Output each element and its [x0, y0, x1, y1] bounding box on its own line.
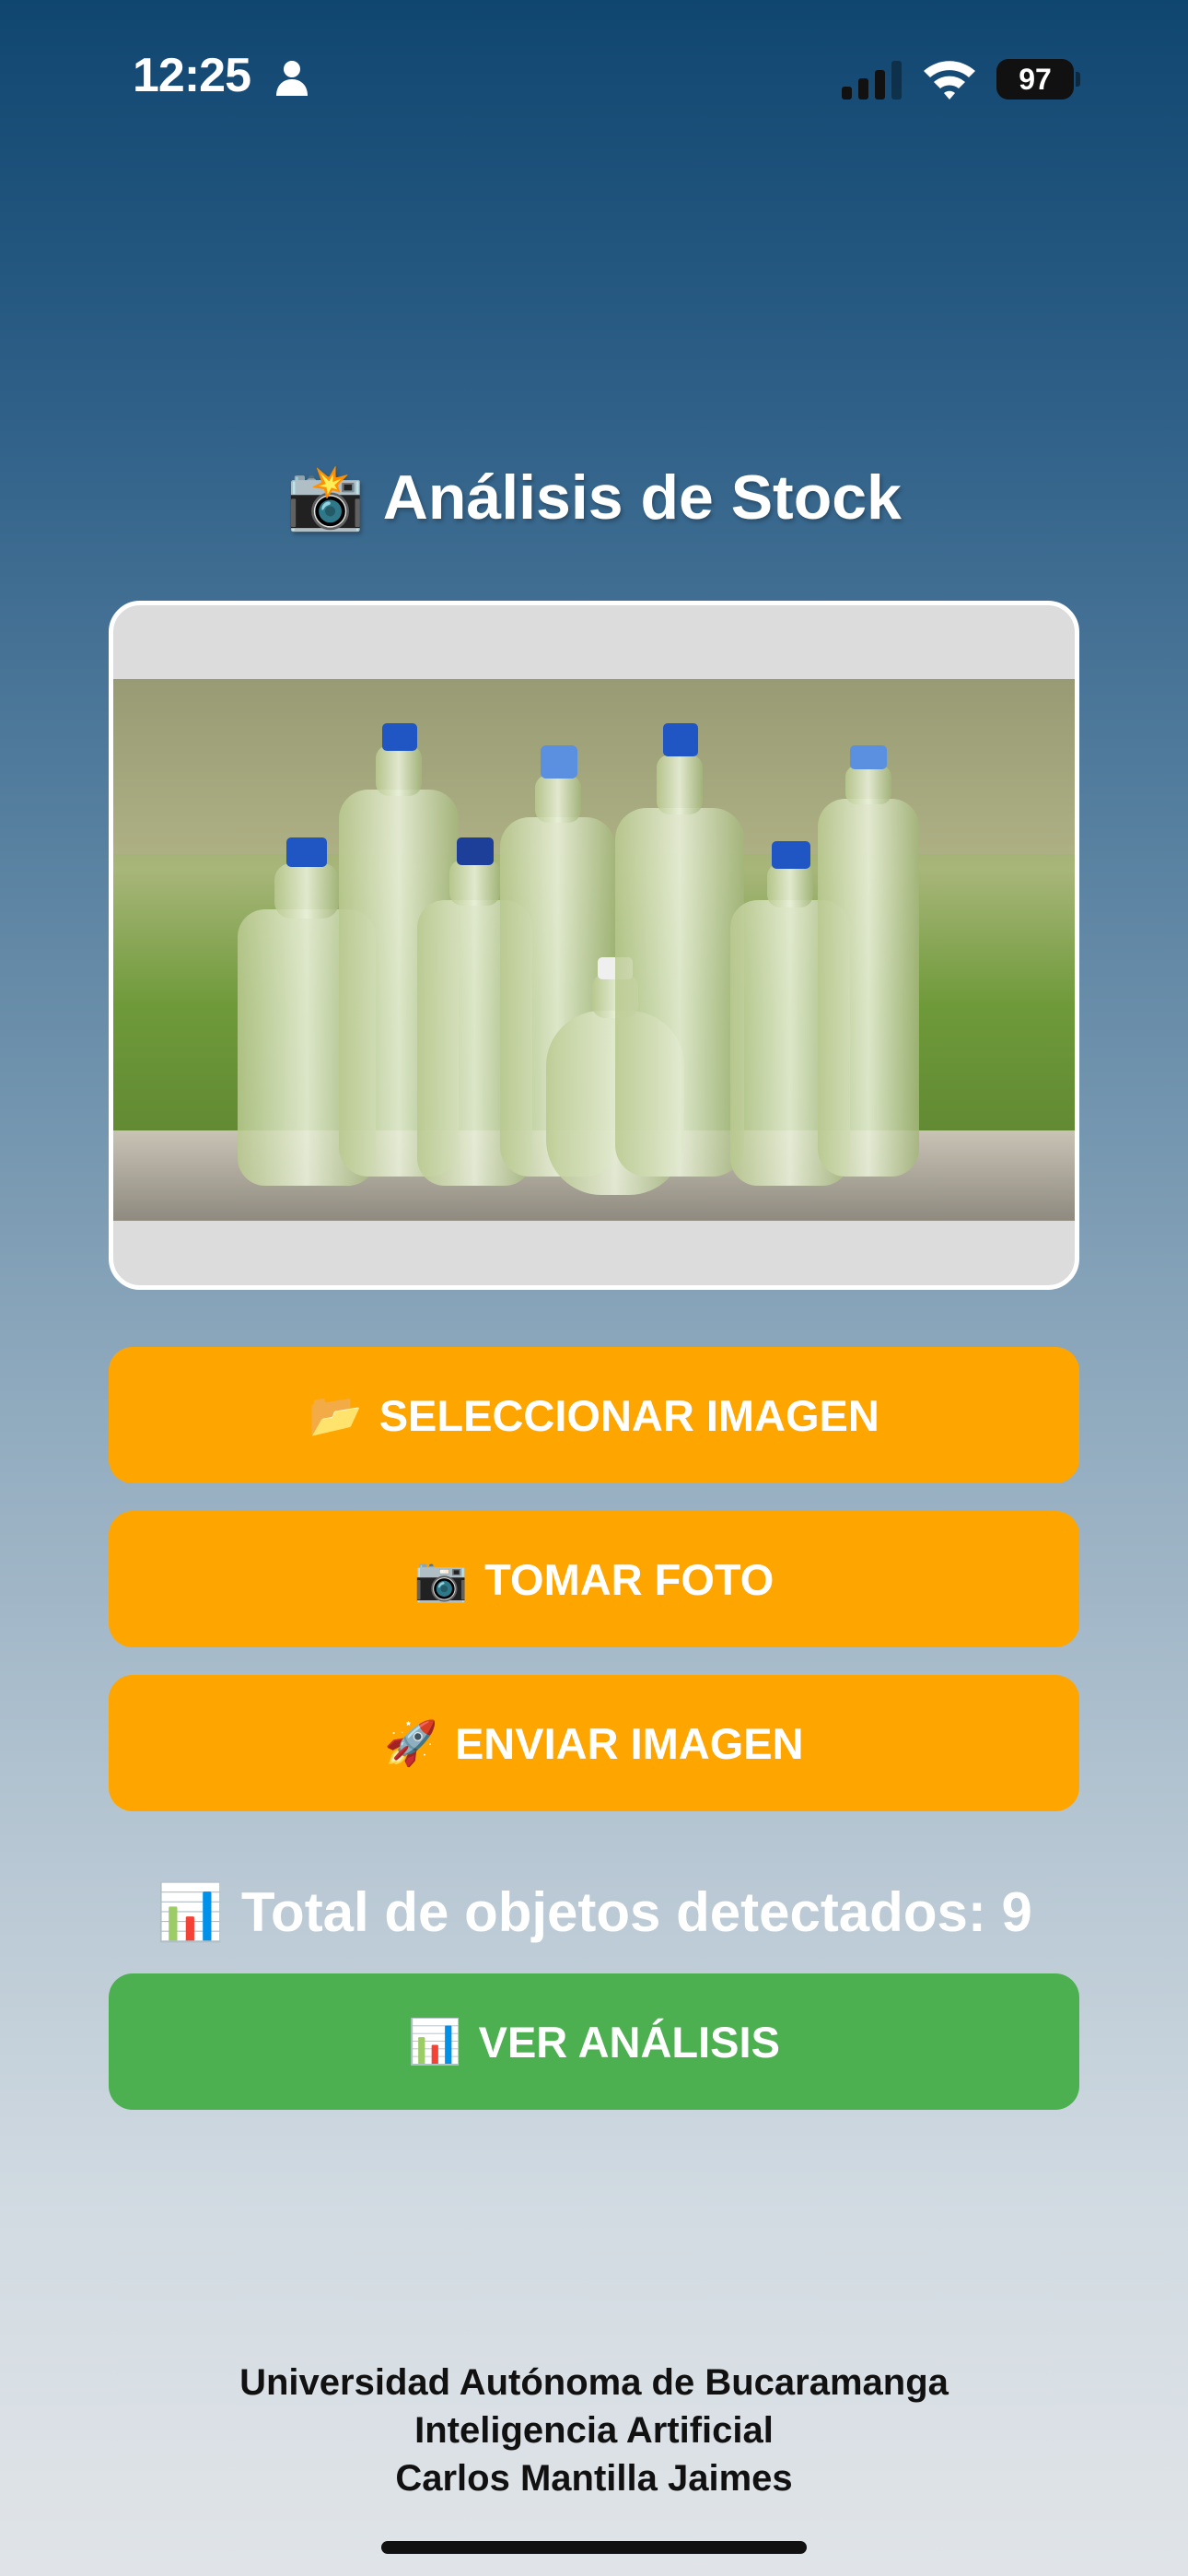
wifi-icon	[924, 61, 975, 100]
total-objects-detected: 📊 Total de objetos detectados: 9	[0, 1879, 1188, 1945]
page-title-text: Análisis de Stock	[382, 463, 902, 533]
footer-university: Universidad Autónoma de Bucaramanga	[239, 2362, 949, 2403]
footer-author: Carlos Mantilla Jaimes	[395, 2458, 793, 2499]
select-image-button[interactable]: 📂 SELECCIONAR IMAGEN	[109, 1347, 1079, 1483]
battery-level: 97	[996, 59, 1074, 100]
select-image-label: SELECCIONAR IMAGEN	[379, 1390, 879, 1440]
bar-chart-icon: 📊	[408, 2017, 462, 2066]
battery-icon: 97	[996, 59, 1080, 100]
camera-flash-icon: 📸	[286, 463, 365, 533]
send-image-label: ENVIAR IMAGEN	[454, 1718, 804, 1768]
bar-chart-icon: 📊	[156, 1881, 225, 1943]
footer: Universidad Autónoma de Bucaramanga Inte…	[0, 2359, 1188, 2502]
water-bottles-photo	[113, 679, 1075, 1221]
footer-course: Inteligencia Artificial	[414, 2410, 774, 2451]
send-image-button[interactable]: 🚀 ENVIAR IMAGEN	[109, 1675, 1079, 1811]
person-icon	[276, 61, 308, 96]
view-analysis-label: VER ANÁLISIS	[478, 2017, 780, 2067]
status-bar: 12:25 97	[0, 0, 1188, 157]
home-indicator[interactable]	[381, 2541, 807, 2554]
total-objects-text: Total de objetos detectados: 9	[240, 1881, 1032, 1943]
image-preview	[109, 601, 1079, 1290]
rocket-icon: 🚀	[384, 1718, 438, 1767]
folder-icon: 📂	[309, 1390, 363, 1439]
page-title: 📸 Análisis de Stock	[0, 461, 1188, 534]
view-analysis-button[interactable]: 📊 VER ANÁLISIS	[109, 1973, 1079, 2110]
camera-icon: 📷	[413, 1554, 469, 1603]
take-photo-button[interactable]: 📷 TOMAR FOTO	[109, 1511, 1079, 1647]
signal-icon	[842, 61, 902, 100]
take-photo-label: TOMAR FOTO	[484, 1554, 775, 1604]
status-time: 12:25	[133, 49, 251, 102]
